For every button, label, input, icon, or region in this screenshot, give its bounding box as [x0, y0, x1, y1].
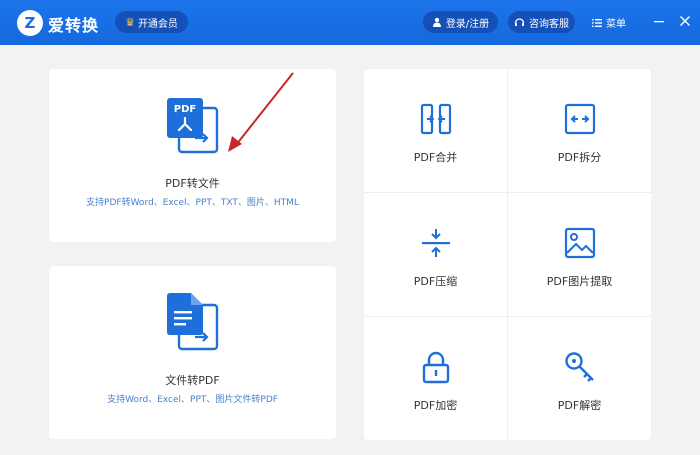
vip-label: 开通会员	[137, 18, 178, 30]
vip-button[interactable]: ♛ 开通会员	[115, 11, 188, 33]
crown-icon: ♛	[125, 15, 135, 29]
tool-label: PDF拆分	[557, 151, 602, 164]
pdf-to-file-title: PDF转文件	[165, 177, 220, 190]
menu-label: 菜单	[606, 19, 626, 30]
login-button[interactable]: 登录/注册	[423, 11, 498, 33]
title-bar: Z 爱转换 ♛ 开通会员 登录/注册 咨询客服 菜单	[0, 0, 700, 45]
file-to-pdf-title: 文件转PDF	[165, 374, 220, 387]
tool-pdf-compress[interactable]: PDF压缩	[364, 193, 507, 316]
pdf-to-file-card[interactable]: PDF PDF转文件 支持PDF转Word、Excel、PPT、TXT、图片、H…	[49, 69, 336, 242]
image-extract-icon	[564, 227, 595, 259]
key-icon	[564, 352, 594, 382]
customer-service-button[interactable]: 咨询客服	[508, 11, 575, 33]
pdf-icon-text: PDF	[173, 104, 195, 115]
app-logo: Z	[17, 10, 43, 36]
file-convert-icon	[166, 293, 218, 351]
logo-letter: Z	[24, 14, 36, 32]
headset-icon	[514, 17, 525, 26]
file-to-pdf-desc: 支持Word、Excel、PPT、图片文件转PDF	[107, 395, 278, 405]
file-to-pdf-card[interactable]: 文件转PDF 支持Word、Excel、PPT、图片文件转PDF	[49, 266, 336, 439]
tool-pdf-decrypt[interactable]: PDF解密	[508, 317, 651, 440]
pdf-to-file-desc: 支持PDF转Word、Excel、PPT、TXT、图片、HTML	[86, 198, 299, 208]
compress-icon	[421, 229, 450, 257]
minimize-button[interactable]	[650, 12, 668, 30]
pdf-convert-icon: PDF	[166, 98, 218, 154]
tools-grid: PDF合并 PDF拆分 PDF压缩 PDF图片提取 PDF加密 PDF解密	[364, 69, 651, 440]
minimize-icon	[654, 21, 664, 23]
tool-label: PDF加密	[413, 399, 458, 412]
merge-icon	[420, 103, 451, 135]
tool-label: PDF图片提取	[546, 275, 613, 288]
split-icon	[564, 103, 595, 135]
tool-pdf-merge[interactable]: PDF合并	[364, 69, 507, 192]
login-label: 登录/注册	[445, 18, 490, 30]
tool-pdf-split[interactable]: PDF拆分	[508, 69, 651, 192]
menu-icon	[592, 18, 602, 27]
menu-button[interactable]: 菜单	[592, 15, 626, 30]
tool-label: PDF解密	[557, 399, 602, 412]
tool-label: PDF合并	[413, 151, 458, 164]
user-icon	[432, 17, 441, 27]
service-label: 咨询客服	[529, 18, 569, 30]
tool-pdf-encrypt[interactable]: PDF加密	[364, 317, 507, 440]
close-icon	[680, 16, 690, 26]
lock-icon	[422, 351, 449, 384]
tool-pdf-image-extract[interactable]: PDF图片提取	[508, 193, 651, 316]
tool-label: PDF压缩	[413, 275, 458, 288]
close-button[interactable]	[676, 12, 694, 30]
app-title: 爱转换	[48, 16, 100, 35]
